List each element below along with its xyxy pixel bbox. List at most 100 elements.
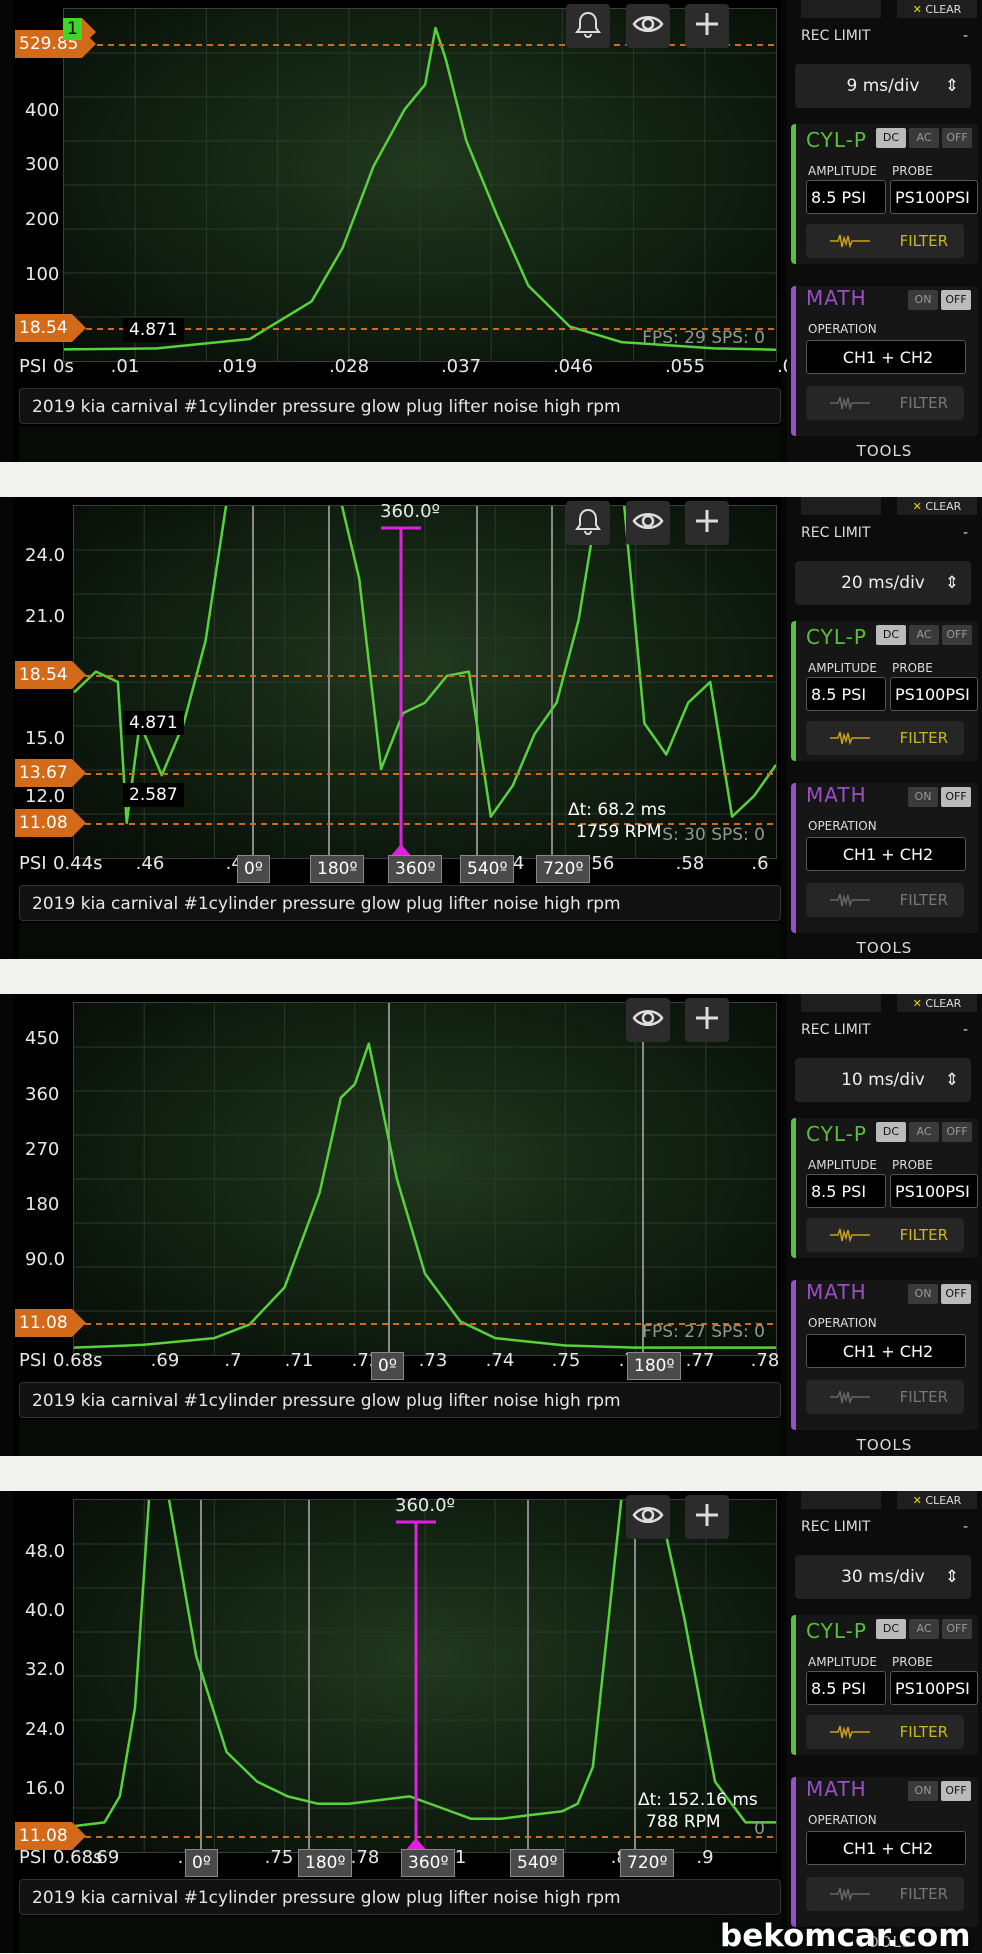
math-filter-button[interactable]: FILTER (806, 883, 964, 917)
probe-select[interactable]: PS100PSI (890, 180, 978, 214)
math-off[interactable]: OFF (941, 787, 971, 807)
crank-angle-label[interactable]: 540º (510, 1849, 564, 1877)
math-filter-button[interactable]: FILTER (806, 1380, 964, 1414)
amplitude-select[interactable]: 8.5 PSI (806, 1671, 886, 1705)
eye-button[interactable] (626, 998, 670, 1042)
crank-angle-label[interactable]: 720º (536, 855, 590, 883)
plus-button[interactable] (685, 998, 729, 1042)
probe-select[interactable]: PS100PSI (890, 677, 978, 711)
y-tick-label: 21.0 (25, 606, 65, 627)
amplitude-select[interactable]: 8.5 PSI (806, 180, 886, 214)
math-filter-button[interactable]: FILTER (806, 386, 964, 420)
eye-button[interactable] (626, 4, 670, 48)
y-tick-label: 360 (25, 1084, 59, 1105)
waveform-plot[interactable] (63, 8, 777, 362)
level-marker[interactable]: 11.08 (15, 1309, 72, 1337)
math-on[interactable]: ON (908, 290, 938, 310)
math-on[interactable]: ON (908, 787, 938, 807)
plus-button[interactable] (685, 501, 729, 545)
amplitude-select[interactable]: 8.5 PSI (806, 1174, 886, 1208)
coupling-off[interactable]: OFF (942, 1619, 972, 1639)
bell-button[interactable] (566, 501, 610, 545)
level-marker[interactable]: 13.67 (15, 759, 72, 787)
eye-button[interactable] (626, 501, 670, 545)
coupling-ac[interactable]: AC (909, 1619, 939, 1639)
clear-button[interactable]: ✕ CLEAR (897, 994, 977, 1012)
coupling-off[interactable]: OFF (942, 1122, 972, 1142)
coupling-ac[interactable]: AC (909, 1122, 939, 1142)
fps-status: S: 30 SPS: 0 (662, 825, 765, 845)
clear-button[interactable]: ✕ CLEAR (897, 0, 977, 18)
coupling-ac[interactable]: AC (909, 128, 939, 148)
filter-button[interactable]: FILTER (806, 1715, 964, 1749)
y-tick-label: 16.0 (25, 1778, 65, 1799)
operation-select[interactable]: CH1 + CH2 (806, 340, 966, 374)
x-first-label: 0.68s (53, 1350, 102, 1371)
crank-angle-label[interactable]: 180º (627, 1352, 681, 1380)
waveform-overview[interactable] (19, 923, 781, 959)
coupling-ac[interactable]: AC (909, 625, 939, 645)
waveform-overview[interactable] (19, 1420, 781, 1456)
waveform-title: 2019 kia carnival #1cylinder pressure gl… (19, 388, 781, 424)
time-per-div-select[interactable]: 9 ms/div ⇕ (795, 64, 971, 108)
crank-angle-label[interactable]: 0º (185, 1849, 218, 1877)
operation-select[interactable]: CH1 + CH2 (806, 837, 966, 871)
math-off[interactable]: OFF (941, 1781, 971, 1801)
crank-angle-label[interactable]: 540º (460, 855, 514, 883)
math-on[interactable]: ON (908, 1781, 938, 1801)
crank-angle-label[interactable]: 0º (237, 855, 270, 883)
math-off[interactable]: OFF (941, 290, 971, 310)
time-per-div-select[interactable]: 30 ms/div ⇕ (795, 1555, 971, 1599)
clear-button[interactable]: ✕ CLEAR (897, 497, 977, 515)
tools-label[interactable]: TOOLS (787, 442, 982, 460)
crank-angle-label[interactable]: 0º (371, 1352, 404, 1380)
crank-angle-label[interactable]: 720º (620, 1849, 674, 1877)
probe-label: PROBE (892, 1158, 933, 1172)
level-marker[interactable]: 18.54 (15, 661, 72, 689)
filter-button[interactable]: FILTER (806, 224, 964, 258)
math-filter-button[interactable]: FILTER (806, 1877, 964, 1911)
filter-button[interactable]: FILTER (806, 1218, 964, 1252)
waveform-overview[interactable] (19, 426, 781, 462)
waveform-overview[interactable] (19, 1917, 781, 1953)
top-dropdown[interactable] (801, 497, 881, 515)
time-per-div-select[interactable]: 20 ms/div ⇕ (795, 561, 971, 605)
clear-button[interactable]: ✕ CLEAR (897, 1491, 977, 1509)
math-off[interactable]: OFF (941, 1284, 971, 1304)
operation-select[interactable]: CH1 + CH2 (806, 1831, 966, 1865)
filter-button[interactable]: FILTER (806, 721, 964, 755)
top-dropdown[interactable] (801, 994, 881, 1012)
crank-angle-label[interactable]: 180º (310, 855, 364, 883)
coupling-off[interactable]: OFF (942, 128, 972, 148)
top-dropdown[interactable] (801, 0, 881, 18)
crank-angle-label[interactable]: 180º (298, 1849, 352, 1877)
probe-select[interactable]: PS100PSI (890, 1174, 978, 1208)
coupling-dc[interactable]: DC (876, 1619, 906, 1639)
plus-button[interactable] (685, 4, 729, 48)
waveform-plot[interactable] (73, 1002, 777, 1356)
amplitude-select[interactable]: 8.5 PSI (806, 677, 886, 711)
tools-label[interactable]: TOOLS (787, 1436, 982, 1454)
level-marker[interactable]: 18.54 (15, 314, 72, 342)
bell-button[interactable] (566, 4, 610, 48)
coupling-off[interactable]: OFF (942, 625, 972, 645)
delta-time: Δt: 68.2 ms (568, 799, 666, 821)
top-dropdown[interactable] (801, 1491, 881, 1509)
probe-select[interactable]: PS100PSI (890, 1671, 978, 1705)
math-title: MATH (806, 1777, 867, 1801)
filter-label: FILTER (900, 232, 948, 250)
time-per-div-select[interactable]: 10 ms/div ⇕ (795, 1058, 971, 1102)
coupling-dc[interactable]: DC (876, 625, 906, 645)
operation-select[interactable]: CH1 + CH2 (806, 1334, 966, 1368)
math-on[interactable]: ON (908, 1284, 938, 1304)
plus-button[interactable] (685, 1495, 729, 1539)
tools-label[interactable]: TOOLS (787, 939, 982, 957)
crank-angle-label[interactable]: 360º (401, 1849, 455, 1877)
coupling-dc[interactable]: DC (876, 1122, 906, 1142)
eye-button[interactable] (626, 1495, 670, 1539)
crank-angle-label[interactable]: 360º (388, 855, 442, 883)
trigger-marker[interactable]: 1 (63, 18, 82, 40)
level-marker[interactable]: 11.08 (15, 1822, 72, 1850)
level-marker[interactable]: 11.08 (15, 809, 72, 837)
coupling-dc[interactable]: DC (876, 128, 906, 148)
